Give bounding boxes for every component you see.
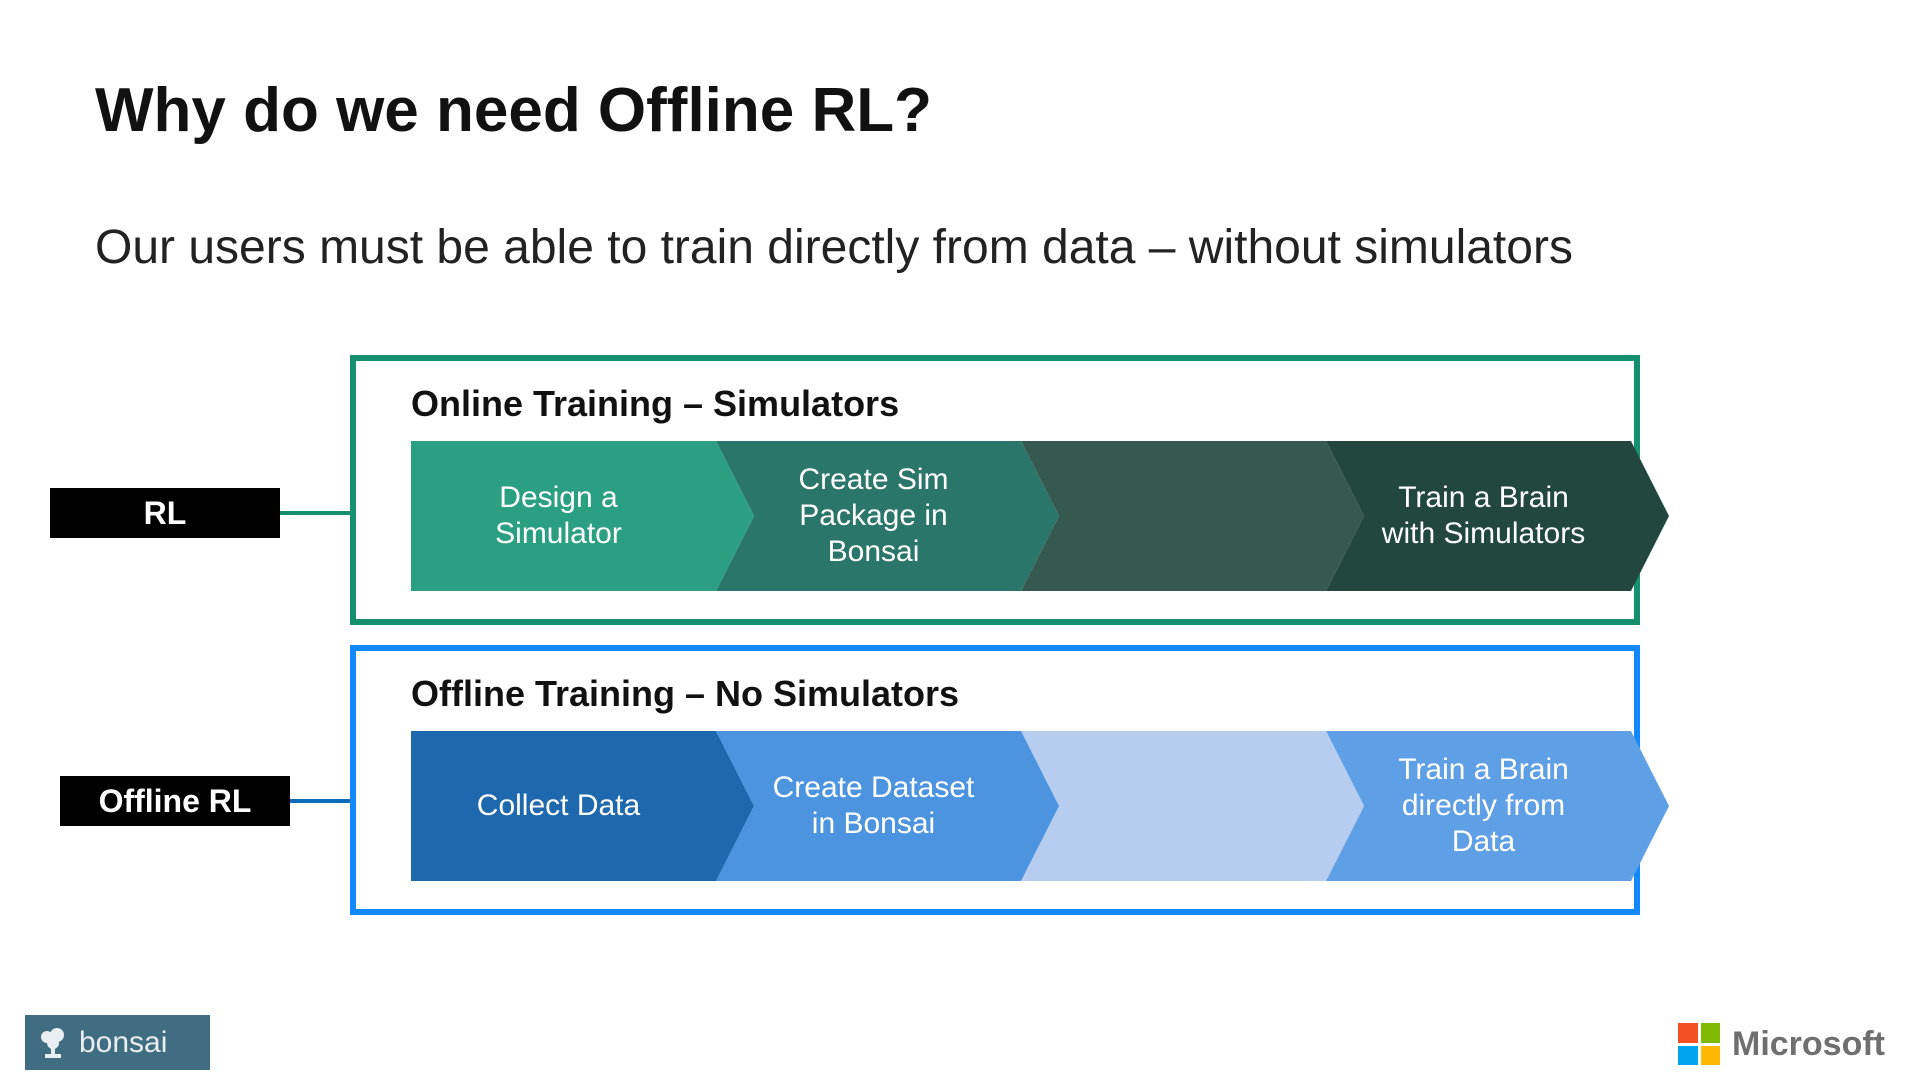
offline-step-2: Create Dataset in Bonsai <box>716 731 1021 881</box>
slide-subtitle: Our users must be able to train directly… <box>95 220 1573 275</box>
bonsai-tree-icon <box>37 1027 69 1059</box>
online-step-4: Train a Brain with Simulators <box>1326 441 1631 591</box>
microsoft-squares-icon <box>1678 1023 1720 1065</box>
online-flow: Design a Simulator Create Sim Package in… <box>411 441 1631 591</box>
offline-step-1: Collect Data <box>411 731 716 881</box>
offline-flow: Collect Data Create Dataset in Bonsai Tr… <box>411 731 1631 881</box>
online-step-3 <box>1021 441 1326 591</box>
online-step-1: Design a Simulator <box>411 441 716 591</box>
slide: Why do we need Offline RL? Our users mus… <box>0 0 1920 1080</box>
slide-title: Why do we need Offline RL? <box>95 75 932 146</box>
microsoft-logo: Microsoft <box>1678 1023 1885 1065</box>
offline-step-3 <box>1021 731 1326 881</box>
panel-offline-training: Offline Training – No Simulators Collect… <box>350 645 1640 915</box>
bonsai-text: bonsai <box>79 1026 167 1060</box>
microsoft-text: Microsoft <box>1732 1025 1885 1064</box>
offline-step-4: Train a Brain directly from Data <box>1326 731 1631 881</box>
online-step-2: Create Sim Package in Bonsai <box>716 441 1021 591</box>
panel-offline-title: Offline Training – No Simulators <box>411 673 959 715</box>
panel-online-title: Online Training – Simulators <box>411 383 899 425</box>
tag-offline-rl: Offline RL <box>60 776 290 826</box>
panel-online-training: Online Training – Simulators Design a Si… <box>350 355 1640 625</box>
bonsai-logo: bonsai <box>25 1015 210 1070</box>
tag-rl: RL <box>50 488 280 538</box>
